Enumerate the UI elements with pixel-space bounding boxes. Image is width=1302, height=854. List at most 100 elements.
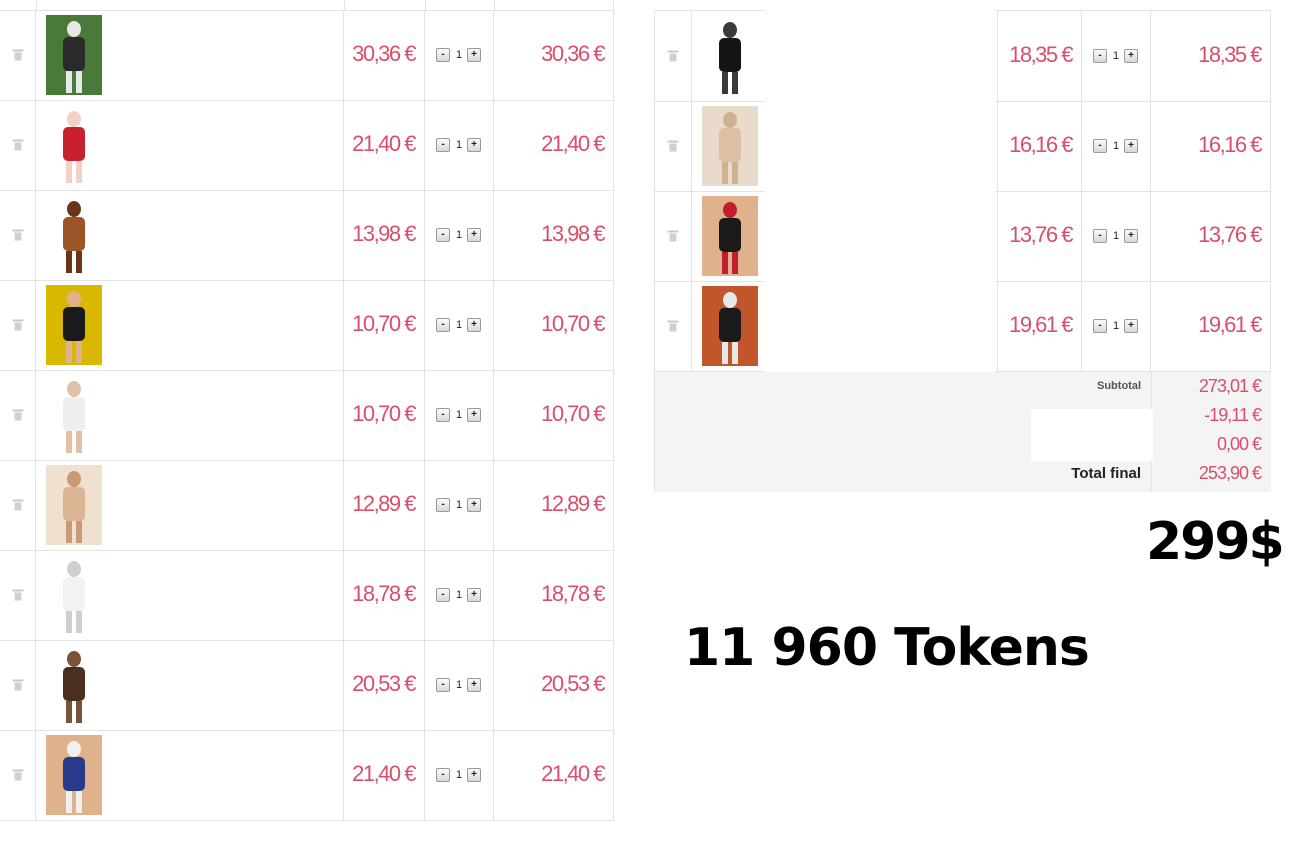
trash-icon[interactable] [667,50,679,62]
delete-cell [0,100,36,190]
trash-icon[interactable] [667,140,679,152]
product-thumbnail [702,196,758,276]
divider [425,0,426,10]
total-line: Total final 253,90 € [655,459,1271,488]
line-total: 21,40 € [541,761,605,786]
minus-icon[interactable]: - [436,588,450,602]
unit-price-cell: 21,40 € [344,100,425,190]
plus-icon[interactable]: + [1124,49,1138,63]
quantity-cell: -1 + [425,640,494,730]
cart-row: 18,78 € -1 +18,78 € [0,550,614,641]
quantity-value: 1 [455,139,463,151]
line-total: 30,36 € [541,41,605,66]
quantity-stepper: -1 + [436,768,486,782]
quantity-cell: -1 + [1082,191,1151,281]
line-total-cell: 12,89 € [494,460,614,550]
minus-icon[interactable]: - [1093,229,1107,243]
line-total: 18,35 € [1198,42,1262,67]
line-total-cell: 10,70 € [494,370,614,460]
product-cell [36,370,344,460]
trash-icon[interactable] [12,139,23,151]
trash-icon[interactable] [12,229,23,241]
plus-icon[interactable]: + [467,498,481,512]
shipping-line: 0,00 € [655,430,1271,459]
plus-icon[interactable]: + [1124,139,1138,153]
trash-icon[interactable] [12,769,23,781]
product-cell [36,550,344,640]
unit-price-cell: 30,36 € [344,10,425,100]
line-total-cell: 16,16 € [1151,101,1271,191]
trash-icon[interactable] [12,409,23,421]
trash-icon[interactable] [667,230,679,242]
minus-icon[interactable]: - [436,408,450,422]
discount-value: -19,11 € [1204,405,1262,425]
quantity-value: 1 [455,589,463,601]
unit-price: 18,35 € [1009,42,1073,67]
delete-cell [0,370,36,460]
plus-icon[interactable]: + [1124,229,1138,243]
quantity-value: 1 [1112,230,1120,242]
product-thumbnail [702,16,758,96]
quantity-cell: -1 + [1082,11,1151,101]
minus-icon[interactable]: - [436,48,450,62]
line-total-cell: 21,40 € [494,730,614,820]
trash-icon[interactable] [12,49,23,61]
unit-price-cell: 13,98 € [344,190,425,280]
plus-icon[interactable]: + [467,138,481,152]
plus-icon[interactable]: + [467,318,481,332]
blank-overlay [765,10,995,382]
unit-price: 19,61 € [1009,312,1073,337]
total-value: 253,90 € [1198,463,1262,483]
line-total: 19,61 € [1198,312,1262,337]
trash-icon[interactable] [12,679,23,691]
left-cart-table: 30,36 € -1 +30,36 €21,40 € -1 +21,40 €13,98 … [0,0,614,821]
product-thumbnail [46,105,102,185]
plus-icon[interactable]: + [467,678,481,692]
quantity-cell: -1 + [1082,281,1151,371]
trash-icon[interactable] [12,499,23,511]
unit-price: 16,16 € [1009,132,1073,157]
minus-icon[interactable]: - [1093,319,1107,333]
minus-icon[interactable]: - [1093,49,1107,63]
quantity-stepper: -1 + [1093,229,1143,243]
minus-icon[interactable]: - [436,138,450,152]
minus-icon[interactable]: - [436,768,450,782]
line-total-cell: 20,53 € [494,640,614,730]
minus-icon[interactable]: - [1093,139,1107,153]
product-cell [36,190,344,280]
minus-icon[interactable]: - [436,498,450,512]
unit-price-cell: 10,70 € [344,370,425,460]
trash-icon[interactable] [667,320,679,332]
line-total: 13,98 € [541,221,605,246]
divider [494,0,495,10]
shipping-value: 0,00 € [1216,434,1262,454]
minus-icon[interactable]: - [436,318,450,332]
delete-cell [0,640,36,730]
plus-icon[interactable]: + [467,768,481,782]
product-cell [36,730,344,820]
price-usd-label: 299$ [1146,512,1285,572]
plus-icon[interactable]: + [467,588,481,602]
minus-icon[interactable]: - [436,228,450,242]
unit-price: 10,70 € [352,311,416,336]
line-total: 18,78 € [541,581,605,606]
delete-cell [0,730,36,820]
line-total-cell: 18,78 € [494,550,614,640]
unit-price-cell: 13,76 € [998,191,1082,281]
trash-icon[interactable] [12,319,23,331]
plus-icon[interactable]: + [1124,319,1138,333]
subtotal-line: Subtotal 273,01 € [655,372,1271,401]
plus-icon[interactable]: + [467,408,481,422]
plus-icon[interactable]: + [467,48,481,62]
unit-price: 12,89 € [352,491,416,516]
divider [344,0,345,10]
line-total: 10,70 € [541,311,605,336]
quantity-value: 1 [1112,320,1120,332]
right-cart-table: 18,35 € -1 +18,35 €16,16 € -1 +16,16 €13,76 … [654,10,1271,492]
line-total-cell: 18,35 € [1151,11,1271,101]
minus-icon[interactable]: - [436,678,450,692]
line-total-cell: 30,36 € [494,10,614,100]
trash-icon[interactable] [12,589,23,601]
delete-cell [655,101,692,191]
plus-icon[interactable]: + [467,228,481,242]
